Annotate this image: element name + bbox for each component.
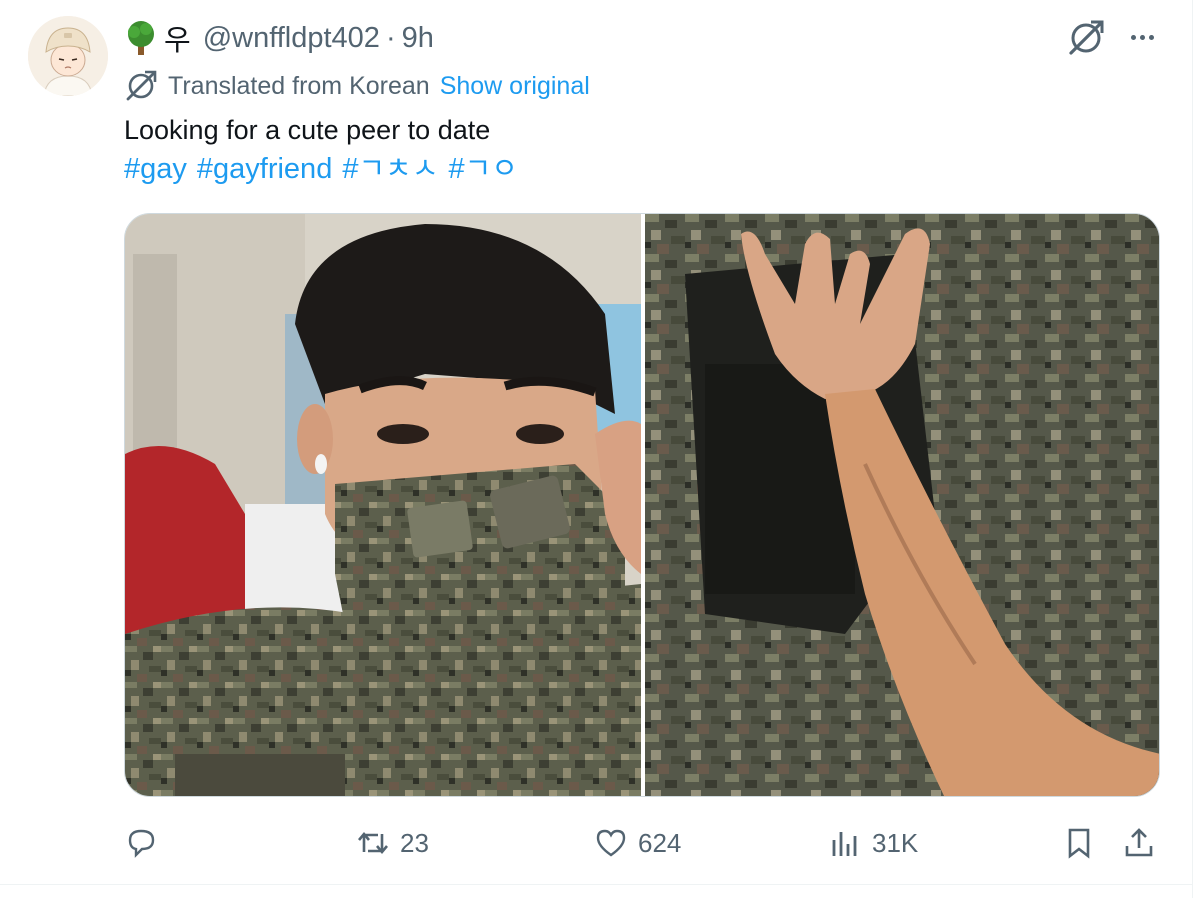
bookmark-icon (1068, 828, 1090, 859)
display-name[interactable]: 우 (164, 17, 191, 59)
timestamp[interactable]: 9h (402, 22, 434, 55)
retweet-icon (358, 831, 388, 855)
translation-row: Translated from Korean Show original (124, 68, 590, 104)
user-handle[interactable]: @wnffldpt402 (203, 22, 380, 55)
views-icon (832, 832, 857, 856)
hashtag-list: #gay #gayfriend #ㄱㅊㅅ #ㄱㅇ (124, 150, 518, 188)
retweet-button[interactable]: 23 (356, 820, 429, 866)
more-icon[interactable] (1124, 22, 1160, 52)
reply-icon (128, 829, 155, 858)
tweet-card[interactable]: 우 @wnffldpt402 · 9h Translated from Kore… (0, 0, 1204, 898)
heart-icon (596, 829, 626, 857)
arm-hand-sign-photo[interactable] (645, 214, 1159, 796)
tweet-divider (0, 884, 1192, 885)
translated-label: Translated from Korean (168, 71, 430, 100)
tweet-text: Looking for a cute peer to date (124, 115, 491, 145)
show-original-link[interactable]: Show original (440, 72, 590, 101)
share-button[interactable] (1122, 820, 1156, 866)
views-count: 31K (872, 827, 919, 858)
bookmark-button[interactable] (1062, 820, 1096, 866)
hashtag-link[interactable]: #ㄱㅇ (449, 150, 519, 188)
column-border (1192, 0, 1193, 898)
share-icon (1125, 828, 1153, 857)
hashtag-link[interactable]: #ㄱㅊㅅ (342, 150, 438, 188)
views-button[interactable]: 31K (828, 820, 918, 866)
reply-button[interactable] (124, 820, 168, 866)
separator-dot: · (385, 21, 396, 54)
tweet-header: 우 @wnffldpt402 · 9h (124, 18, 434, 58)
translate-icon (126, 70, 157, 101)
hashtag-link[interactable]: #gay (124, 150, 187, 188)
soldier-selfie-photo[interactable] (125, 214, 641, 796)
hashtag-link[interactable]: #gayfriend (197, 150, 332, 188)
grok-icon[interactable] (1066, 18, 1106, 58)
retweet-count: 23 (400, 827, 429, 858)
tree-emoji-icon (124, 20, 158, 56)
tweet-actions: 23 624 31K (124, 820, 1164, 866)
like-button[interactable]: 624 (594, 820, 681, 866)
like-count: 624 (638, 827, 682, 858)
media-grid (124, 213, 1160, 797)
avatar[interactable] (28, 16, 108, 96)
